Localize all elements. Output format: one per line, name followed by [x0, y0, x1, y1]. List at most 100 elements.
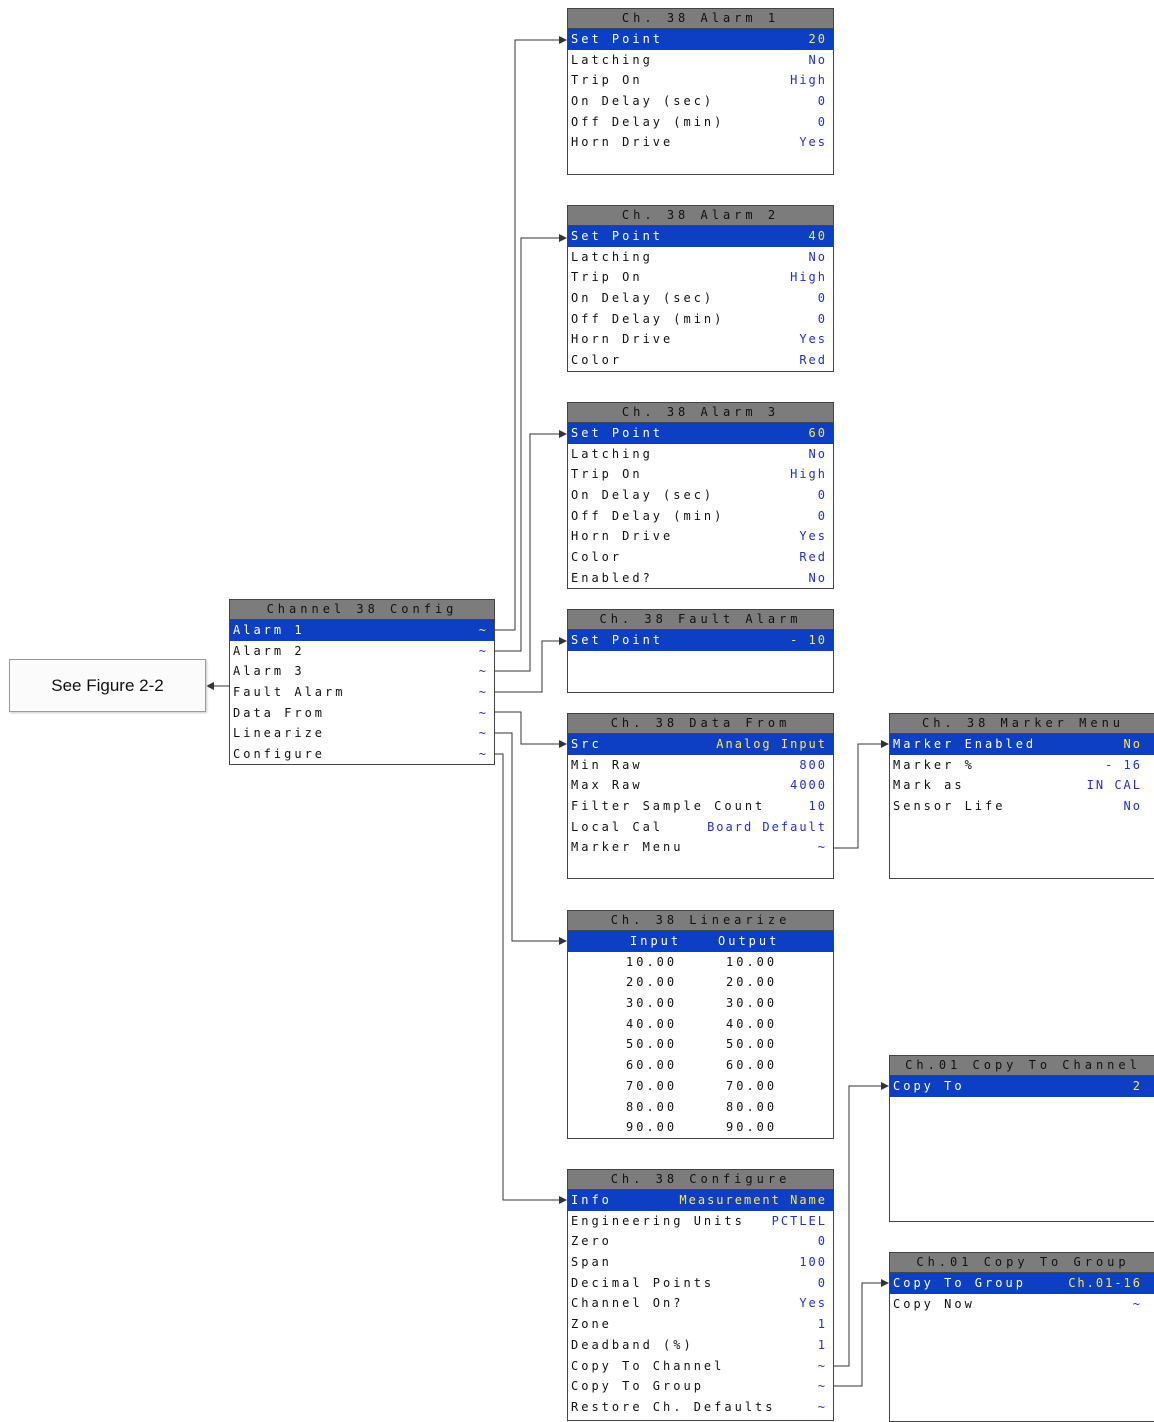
marker-enabled[interactable]: Marker Enabled No — [890, 734, 1154, 755]
copy-group-menu: Ch.01 Copy To Group Copy To Group Ch.01-1… — [889, 1252, 1154, 1422]
data-from-marker-menu[interactable]: Marker Menu ~ — [568, 837, 833, 858]
data-from-local-cal[interactable]: Local Cal Board Default — [568, 817, 833, 838]
menu-item-alarm1[interactable]: Alarm 1 ~ — [230, 620, 494, 641]
alarm1-horn-drive[interactable]: Horn Drive Yes — [568, 132, 833, 153]
configure-restore-defaults[interactable]: Restore Ch. Defaults ~ — [568, 1397, 833, 1418]
linearize-row[interactable]: 70.00 70.00 — [568, 1076, 833, 1097]
menu-item-linearize[interactable]: Linearize ~ — [230, 723, 494, 744]
alarm3-on-delay[interactable]: On Delay (sec) 0 — [568, 485, 833, 506]
copy-channel-menu: Ch.01 Copy To Channel Copy To 2 — [889, 1055, 1154, 1222]
row-label: On Delay (sec) — [571, 291, 715, 306]
row-value: 4000 — [790, 778, 827, 793]
row-label: Copy Now — [893, 1296, 975, 1311]
row-value: No — [1123, 799, 1142, 814]
data-from-min-raw[interactable]: Min Raw 800 — [568, 755, 833, 776]
linearize-row[interactable]: 90.00 90.00 — [568, 1117, 833, 1138]
link-alarm3 — [494, 430, 567, 672]
input-value: 10.00 — [626, 954, 678, 969]
linearize-row[interactable]: 40.00 40.00 — [568, 1014, 833, 1035]
copy-channel-title: Ch.01 Copy To Channel — [890, 1056, 1154, 1076]
configure-span[interactable]: Span 100 — [568, 1252, 833, 1273]
menu-item-alarm3[interactable]: Alarm 3 ~ — [230, 661, 494, 682]
alarm2-set-point[interactable]: Set Point 40 — [568, 226, 833, 247]
data-from-max-raw[interactable]: Max Raw 4000 — [568, 775, 833, 796]
alarm2-on-delay[interactable]: On Delay (sec) 0 — [568, 288, 833, 309]
linearize-row[interactable]: 80.00 80.00 — [568, 1097, 833, 1118]
alarm1-latching[interactable]: Latching No — [568, 50, 833, 71]
alarm1-off-delay[interactable]: Off Delay (min) 0 — [568, 112, 833, 133]
input-header: Input — [630, 934, 682, 948]
linearize-row[interactable]: 20.00 20.00 — [568, 972, 833, 993]
data-from-filter-count[interactable]: Filter Sample Count 10 — [568, 796, 833, 817]
row-label: On Delay (sec) — [571, 94, 715, 109]
see-figure-box[interactable]: See Figure 2-2 — [9, 659, 206, 712]
row-value: 0 — [817, 94, 827, 109]
alarm2-trip-on[interactable]: Trip On High — [568, 267, 833, 288]
row-label: Latching — [571, 249, 653, 264]
alarm3-trip-on[interactable]: Trip On High — [568, 464, 833, 485]
copy-to-row[interactable]: Copy To 2 — [890, 1076, 1154, 1097]
row-label: Set Point — [571, 229, 664, 243]
row-value: Analog Input — [716, 737, 827, 751]
menu-item-data-from[interactable]: Data From ~ — [230, 703, 494, 724]
linearize-row[interactable]: 60.00 60.00 — [568, 1055, 833, 1076]
alarm2-latching[interactable]: Latching No — [568, 247, 833, 268]
alarm1-set-point[interactable]: Set Point 20 — [568, 29, 833, 50]
copy-group-title: Ch.01 Copy To Group — [890, 1253, 1154, 1273]
alarm2-off-delay[interactable]: Off Delay (min) 0 — [568, 309, 833, 330]
row-label: Latching — [571, 52, 653, 67]
configure-copy-to-group[interactable]: Copy To Group ~ — [568, 1376, 833, 1397]
row-value: 60 — [808, 426, 827, 440]
configure-deadband[interactable]: Deadband (%) 1 — [568, 1335, 833, 1356]
row-value: 100 — [799, 1255, 827, 1270]
marker-mark-as[interactable]: Mark as IN CAL — [890, 775, 1154, 796]
row-label: Deadband (%) — [571, 1337, 694, 1352]
output-value: 70.00 — [726, 1078, 778, 1093]
configure-channel-on[interactable]: Channel On? Yes — [568, 1293, 833, 1314]
link-marker — [833, 740, 889, 849]
alarm3-enabled[interactable]: Enabled? No — [568, 568, 833, 589]
row-value: Yes — [799, 529, 827, 544]
row-value: - 10 — [790, 633, 827, 647]
output-value: 50.00 — [726, 1037, 778, 1052]
row-label: Span — [571, 1255, 612, 1270]
alarm2-color[interactable]: Color Red — [568, 350, 833, 371]
configure-zero[interactable]: Zero 0 — [568, 1231, 833, 1252]
row-value: Yes — [799, 135, 827, 150]
configure-decimal-points[interactable]: Decimal Points 0 — [568, 1273, 833, 1294]
marker-percent[interactable]: Marker % - 16 — [890, 755, 1154, 776]
copy-now-row[interactable]: Copy Now ~ — [890, 1294, 1154, 1315]
submenu-icon: ~ — [478, 726, 488, 741]
alarm3-set-point[interactable]: Set Point 60 — [568, 423, 833, 444]
configure-engineering-units[interactable]: Engineering Units PCTLEL — [568, 1211, 833, 1232]
item-label: Data From — [233, 705, 326, 720]
fault-alarm-set-point[interactable]: Set Point - 10 — [568, 630, 833, 651]
menu-item-alarm2[interactable]: Alarm 2 ~ — [230, 641, 494, 662]
linearize-row[interactable]: 30.00 30.00 — [568, 993, 833, 1014]
data-from-src[interactable]: Src Analog Input — [568, 734, 833, 755]
row-label: Local Cal — [571, 819, 664, 834]
alarm3-latching[interactable]: Latching No — [568, 444, 833, 465]
configure-zone[interactable]: Zone 1 — [568, 1314, 833, 1335]
linearize-row[interactable]: 50.00 50.00 — [568, 1034, 833, 1055]
row-label: Trip On — [571, 73, 643, 88]
menu-item-configure[interactable]: Configure ~ — [230, 744, 494, 765]
marker-sensor-life[interactable]: Sensor Life No — [890, 796, 1154, 817]
submenu-icon: ~ — [1132, 1296, 1142, 1311]
linearize-row[interactable]: 10.00 10.00 — [568, 952, 833, 973]
output-value: 90.00 — [726, 1120, 778, 1135]
configure-copy-to-channel[interactable]: Copy To Channel ~ — [568, 1356, 833, 1377]
alarm2-horn-drive[interactable]: Horn Drive Yes — [568, 329, 833, 350]
menu-item-fault-alarm[interactable]: Fault Alarm ~ — [230, 682, 494, 703]
row-value: High — [790, 467, 827, 482]
row-value: 0 — [817, 311, 827, 326]
row-label: Restore Ch. Defaults — [571, 1399, 776, 1414]
configure-info[interactable]: Info Measurement Name — [568, 1190, 833, 1211]
alarm1-trip-on[interactable]: Trip On High — [568, 70, 833, 91]
alarm3-off-delay[interactable]: Off Delay (min) 0 — [568, 506, 833, 527]
row-label: Off Delay (min) — [571, 114, 725, 129]
alarm1-on-delay[interactable]: On Delay (sec) 0 — [568, 91, 833, 112]
alarm3-color[interactable]: Color Red — [568, 547, 833, 568]
copy-to-group-row[interactable]: Copy To Group Ch.01-16 — [890, 1273, 1154, 1294]
alarm3-horn-drive[interactable]: Horn Drive Yes — [568, 526, 833, 547]
